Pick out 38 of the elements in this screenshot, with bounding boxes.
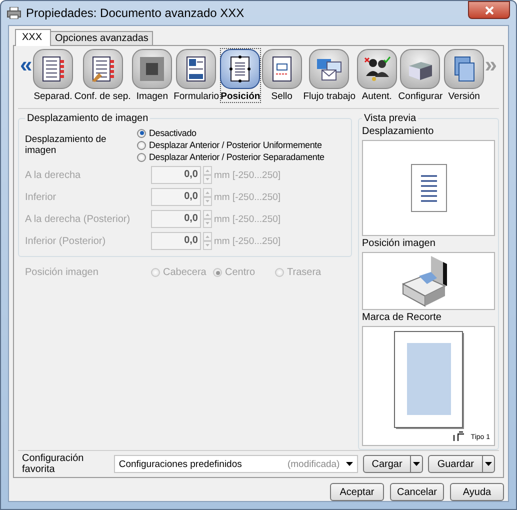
radio-option[interactable]: Desactivado (137, 128, 196, 138)
toolbar-item[interactable]: Posición (220, 48, 262, 103)
unit-range-text: mm [-250...250] (214, 170, 281, 180)
radio-option[interactable]: Desplazar Anterior / Posterior Uniformemente (137, 140, 322, 150)
unit-range-text: mm [-250...250] (214, 214, 281, 224)
split-button[interactable]: Guardar (428, 455, 495, 473)
unit-range-text: mm [-250...250] (214, 236, 281, 246)
favorite-dropdown[interactable]: Configuraciones predefinidos (modificada) (114, 455, 358, 473)
tab[interactable]: XXX (15, 29, 52, 46)
field-label: A la derecha (Posterior) (25, 214, 132, 224)
dialog-button[interactable]: Ayuda (450, 483, 504, 501)
caret-icon (346, 462, 353, 466)
field-label: Inferior (25, 192, 58, 202)
dialog-button[interactable]: Aceptar (330, 483, 384, 501)
preview-label: Posición imagen (362, 238, 436, 249)
caret-icon (485, 462, 492, 466)
tab[interactable]: Opciones avanzadas (50, 31, 154, 45)
group-title: Vista previa (363, 113, 418, 124)
dialog-button[interactable]: Cancelar (390, 483, 444, 501)
radio-option[interactable]: Desplazar Anterior / Posterior Separadamente (137, 152, 324, 162)
crop-mark-icon (452, 431, 465, 441)
users-icon (362, 54, 392, 84)
split-button[interactable]: Cargar (362, 455, 424, 473)
field-label: Posición imagen (25, 267, 100, 278)
group-title: Desplazamiento de imagen (26, 113, 150, 124)
scroll-left-button[interactable]: « (20, 54, 32, 76)
preview-label: Marca de Recorte (362, 312, 442, 323)
field-label: Desplazamiento de imagen (25, 134, 108, 156)
field-label: A la derecha (25, 170, 82, 180)
field-label: Inferior (Posterior) (25, 236, 107, 246)
field-label: Configuración favorita (22, 453, 85, 475)
window-title: Propiedades: Documento avanzado XXX (26, 6, 244, 20)
preview-label: Desplazamiento (362, 126, 435, 137)
unit-range-text: mm [-250...250] (214, 192, 281, 202)
document-drawing (410, 164, 446, 212)
close-icon (484, 6, 494, 14)
caret-icon (413, 462, 420, 466)
close-button[interactable] (468, 1, 510, 19)
